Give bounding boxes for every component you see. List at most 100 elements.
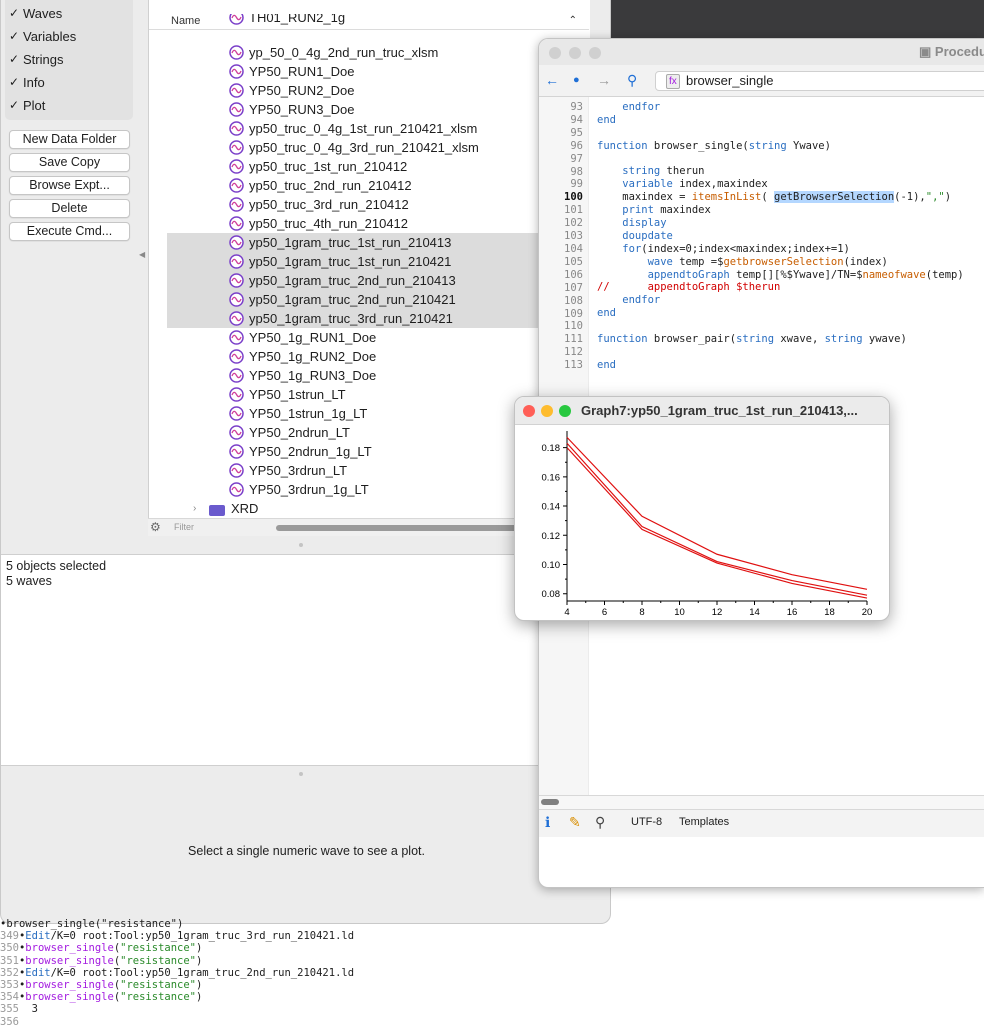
- history-line[interactable]: 351•browser_single("resistance"): [0, 955, 600, 967]
- wave-row[interactable]: yp50_truc_4th_run_210412: [167, 214, 589, 233]
- wave-row[interactable]: YP50_RUN2_Doe: [167, 81, 589, 100]
- code-line[interactable]: display: [597, 217, 964, 230]
- wave-row[interactable]: yp50_1gram_truc_1st_run_210413: [167, 233, 589, 252]
- checkbox-info[interactable]: ✓ Info: [9, 73, 45, 91]
- code-line[interactable]: print maxindex: [597, 204, 964, 217]
- code-line[interactable]: end: [597, 114, 964, 127]
- code-line[interactable]: function browser_pair(string xwave, stri…: [597, 333, 964, 346]
- code-line[interactable]: endfor: [597, 101, 964, 114]
- zoom-button[interactable]: [589, 47, 601, 59]
- execute-cmd-button[interactable]: Execute Cmd...: [9, 222, 130, 241]
- divider-handle-icon[interactable]: [299, 543, 303, 547]
- minimize-button[interactable]: [541, 405, 553, 417]
- wave-row[interactable]: yp50_1gram_truc_1st_run_210421: [167, 252, 589, 271]
- checkbox-plot[interactable]: ✓ Plot: [9, 96, 45, 114]
- command-history[interactable]: •browser_single("resistance") 349•Edit/K=…: [0, 918, 600, 1028]
- code-line[interactable]: end: [597, 359, 964, 372]
- wave-row[interactable]: YP50_1g_RUN1_Doe: [167, 328, 589, 347]
- minimize-button[interactable]: [569, 47, 581, 59]
- info-icon[interactable]: ℹ: [545, 814, 550, 831]
- splitter-arrow-icon[interactable]: ◀: [139, 250, 147, 264]
- close-button[interactable]: [549, 47, 561, 59]
- history-token: browser_single: [25, 991, 114, 1004]
- wave-name: YP50_RUN2_Doe: [249, 83, 355, 98]
- gear-icon[interactable]: ⚙: [150, 520, 161, 534]
- wave-row[interactable]: yp50_truc_1st_run_210412: [167, 157, 589, 176]
- magnifier-icon[interactable]: ⚲: [595, 814, 605, 831]
- wave-row[interactable]: yp50_truc_0_4g_1st_run_210421_xlsm: [167, 119, 589, 138]
- code-line[interactable]: for(index=0;index<maxindex;index+=1): [597, 243, 964, 256]
- checkbox-strings[interactable]: ✓ Strings: [9, 50, 63, 68]
- history-line[interactable]: •browser_single("resistance"): [0, 918, 600, 930]
- checkbox-variables[interactable]: ✓ Variables: [9, 27, 76, 45]
- history-line[interactable]: 350•browser_single("resistance"): [0, 942, 600, 954]
- graph-plot[interactable]: 4 6 8 10 12 14 16 18 20 0.08 0.10 0.12 0.14 0.16 0.18: [515, 425, 890, 621]
- wave-row[interactable]: YP50_1g_RUN3_Doe: [167, 366, 589, 385]
- location-pin-icon[interactable]: ⚲: [627, 72, 637, 89]
- code-token: getbrowserSelection: [723, 255, 844, 268]
- history-token: "resistance": [120, 978, 196, 991]
- back-arrow-icon[interactable]: ←: [545, 72, 559, 88]
- code-line[interactable]: wave temp =$getbrowserSelection(index): [597, 256, 964, 269]
- code-line[interactable]: appendtoGraph temp[][%$Ywave]/TN=$nameof…: [597, 269, 964, 282]
- filter-input[interactable]: Filter: [174, 522, 194, 532]
- code-line[interactable]: doupdate: [597, 230, 964, 243]
- wave-row[interactable]: yp50_truc_3rd_run_210412: [167, 195, 589, 214]
- code-line[interactable]: [597, 127, 964, 140]
- wave-icon: [229, 254, 244, 269]
- wave-row[interactable]: yp_50_0_4g_2nd_run_truc_xlsm: [167, 43, 589, 62]
- checkbox-waves[interactable]: ✓ Waves: [9, 4, 62, 22]
- code-line[interactable]: // appendtoGraph $therun: [597, 281, 964, 294]
- encoding-label[interactable]: UTF-8: [631, 816, 662, 828]
- function-selector[interactable]: fx browser_single: [655, 71, 984, 91]
- divider-handle-icon[interactable]: [299, 772, 303, 776]
- history-line-number: 352: [0, 966, 19, 979]
- save-copy-button[interactable]: Save Copy: [9, 153, 130, 172]
- code-editor[interactable]: endfor end function browser_single(string …: [597, 101, 964, 372]
- scroll-thumb[interactable]: [541, 799, 559, 805]
- history-line[interactable]: 349•Edit/K=0 root:Tool:yp50_1gram_truc_3…: [0, 930, 600, 942]
- history-line[interactable]: 355 3: [0, 1003, 600, 1015]
- editor-scrollbar[interactable]: [539, 795, 984, 809]
- wave-row[interactable]: YP50_1g_RUN2_Doe: [167, 347, 589, 366]
- wave-row[interactable]: yp50_1gram_truc_2nd_run_210421: [167, 290, 589, 309]
- history-line[interactable]: 356: [0, 1016, 600, 1028]
- navigation-dot-icon[interactable]: ●: [573, 74, 580, 86]
- wave-row[interactable]: yp50_1gram_truc_3rd_run_210421: [167, 309, 589, 328]
- code-line[interactable]: [597, 153, 964, 166]
- code-line[interactable]: [597, 320, 964, 333]
- code-line[interactable]: string therun: [597, 165, 964, 178]
- code-line[interactable]: maxindex = itemsInList( getBrowserSelect…: [597, 191, 964, 204]
- wave-row[interactable]: yp50_truc_2nd_run_210412: [167, 176, 589, 195]
- history-token: ): [196, 978, 203, 991]
- code-line[interactable]: end: [597, 307, 964, 320]
- history-line[interactable]: 353•browser_single("resistance"): [0, 979, 600, 991]
- forward-arrow-icon[interactable]: →: [597, 72, 611, 88]
- history-token: ): [196, 942, 203, 955]
- templates-menu[interactable]: Templates: [679, 816, 729, 828]
- series-line-2: [566, 442, 868, 596]
- zoom-button[interactable]: [559, 405, 571, 417]
- browse-expt-button[interactable]: Browse Expt...: [9, 176, 130, 195]
- delete-button[interactable]: Delete: [9, 199, 130, 218]
- code-line[interactable]: function browser_single(string Ywave): [597, 140, 964, 153]
- pencil-icon[interactable]: ✎: [569, 814, 581, 831]
- code-line[interactable]: endfor: [597, 294, 964, 307]
- history-line[interactable]: 354•browser_single("resistance"): [0, 991, 600, 1003]
- x-tick-label: 6: [602, 607, 607, 618]
- graph-title: Graph7:yp50_1gram_truc_1st_run_210413,..…: [581, 403, 858, 418]
- wave-row[interactable]: yp50_truc_0_4g_3rd_run_210421_xlsm: [167, 138, 589, 157]
- wave-name: yp50_1gram_truc_3rd_run_210421: [249, 311, 453, 326]
- disclosure-arrow-icon[interactable]: ›: [193, 503, 196, 514]
- line-number: 113: [564, 359, 583, 372]
- new-data-folder-button[interactable]: New Data Folder: [9, 130, 130, 149]
- wave-row[interactable]: yp50_1gram_truc_2nd_run_210413: [167, 271, 589, 290]
- code-line[interactable]: variable index,maxindex: [597, 178, 964, 191]
- wave-row[interactable]: YP50_RUN3_Doe: [167, 100, 589, 119]
- wave-row[interactable]: TH01_RUN2_1g: [167, 14, 589, 26]
- history-token: browser_single: [25, 954, 114, 967]
- history-line[interactable]: 352•Edit/K=0 root:Tool:yp50_1gram_truc_2…: [0, 967, 600, 979]
- wave-row[interactable]: YP50_RUN1_Doe: [167, 62, 589, 81]
- code-line[interactable]: [597, 346, 964, 359]
- close-button[interactable]: [523, 405, 535, 417]
